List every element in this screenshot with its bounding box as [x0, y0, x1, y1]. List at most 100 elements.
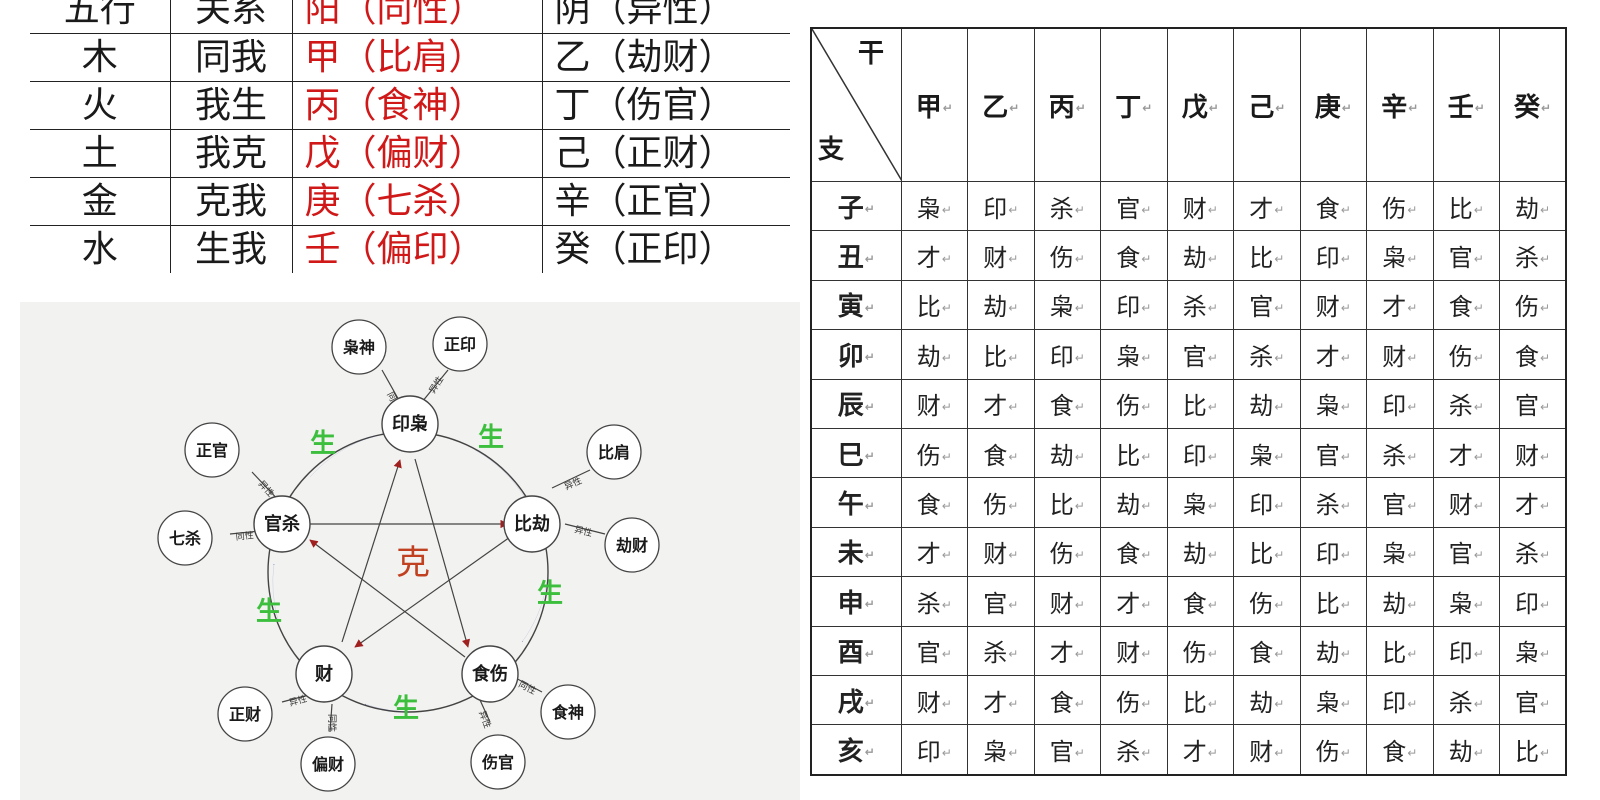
five-elements-row: 土 我克 戊（偏财） 己（正财）: [30, 129, 790, 178]
ten-god-label: 食: [1382, 737, 1407, 766]
return-mark-icon: ↵: [1074, 202, 1085, 217]
ten-god-label: 杀: [1448, 392, 1473, 421]
ten-god-label: 印: [1249, 491, 1274, 520]
ten-god-label: 官: [1448, 244, 1473, 273]
ten-god-label: 官: [1116, 194, 1141, 223]
return-mark-icon: ↵: [1208, 101, 1219, 115]
ten-god-cell: 比↵: [900, 279, 968, 331]
ten-god-label: 杀: [1315, 491, 1340, 520]
return-mark-icon: ↵: [864, 300, 875, 315]
ten-god-label: 枭: [1382, 540, 1407, 569]
ten-god-label: 官: [1249, 293, 1274, 322]
stem-header-cell: 壬↵: [1432, 27, 1500, 182]
ten-god-cell: 比↵: [967, 329, 1035, 380]
ten-god-label: 食: [1249, 639, 1274, 668]
return-mark-icon: ↵: [1074, 548, 1085, 563]
ten-god-label: 财: [1049, 589, 1074, 618]
ten-god-cell: 印↵: [1033, 329, 1101, 380]
ten-god-label: 杀: [1514, 244, 1539, 273]
return-mark-icon: ↵: [1274, 499, 1285, 514]
svg-text:异性: 异性: [573, 523, 593, 539]
table-cell: 戊（偏财）: [291, 129, 542, 178]
ten-god-cell: 官↵: [1100, 180, 1168, 232]
ten-god-label: 枭: [1182, 491, 1207, 520]
table-cell: 己（正财）: [541, 129, 790, 178]
ten-god-cell: 比↵: [1366, 625, 1434, 676]
ten-god-cell: 劫↵: [1100, 477, 1168, 528]
ten-god-label: 伤: [983, 491, 1008, 520]
return-mark-icon: ↵: [864, 597, 875, 612]
satellite-shi-shen-label: 食神: [551, 703, 584, 722]
return-mark-icon: ↵: [1274, 597, 1285, 612]
ten-god-cell: 枭↵: [1432, 576, 1500, 627]
ten-god-label: 才: [983, 688, 1008, 717]
return-mark-icon: ↵: [941, 745, 952, 760]
ten-god-cell: 杀↵: [1499, 526, 1567, 578]
ten-god-cell: 印↵: [1100, 279, 1168, 331]
ten-god-label: 官: [1448, 540, 1473, 569]
return-mark-icon: ↵: [1407, 597, 1418, 612]
ten-god-label: 伤: [1116, 688, 1141, 717]
restrain-center-label: 克: [396, 543, 430, 583]
ten-god-cell: 财↵: [1499, 427, 1567, 479]
return-mark-icon: ↵: [864, 449, 875, 464]
restrain-arrow-cai-to-yin: [341, 459, 402, 643]
ten-god-cell: 伤↵: [1100, 674, 1168, 726]
return-mark-icon: ↵: [1340, 202, 1351, 217]
ten-god-label: 劫: [1116, 491, 1141, 520]
ten-god-label: 劫: [1514, 194, 1539, 223]
branch-label: 巳: [837, 440, 864, 471]
ten-god-label: 官: [1315, 441, 1340, 470]
satellite-zheng-yin-label: 正印: [444, 335, 476, 354]
ten-god-label: 财: [983, 540, 1008, 569]
return-mark-icon: ↵: [1275, 101, 1286, 115]
ten-god-cell: 杀↵: [1033, 180, 1101, 232]
return-mark-icon: ↵: [1407, 202, 1418, 217]
table-cell: 乙（劫财）: [541, 33, 790, 82]
ten-god-cell: 印↵: [1432, 625, 1500, 676]
return-mark-icon: ↵: [864, 696, 875, 711]
ten-god-label: 比: [983, 342, 1008, 371]
ten-god-label: 杀: [1049, 194, 1074, 223]
table-cell: 我克: [169, 129, 292, 178]
return-mark-icon: ↵: [1539, 647, 1551, 662]
ten-god-label: 官: [1382, 491, 1407, 520]
ten-god-cell: 才↵: [1366, 279, 1434, 331]
ten-god-cell: 杀↵: [1432, 674, 1500, 726]
return-mark-icon: ↵: [1341, 101, 1352, 115]
ten-god-label: 才: [1249, 194, 1274, 223]
return-mark-icon: ↵: [1539, 597, 1551, 612]
ten-god-cell: 官↵: [1366, 477, 1434, 528]
ten-god-cell: 财↵: [1366, 329, 1434, 380]
stem-label: 丙: [1048, 92, 1075, 123]
return-mark-icon: ↵: [1141, 202, 1152, 217]
ten-god-cell: 食↵: [1233, 625, 1301, 676]
ten-god-label: 杀: [1382, 441, 1407, 470]
stem-label: 癸: [1513, 92, 1540, 123]
ten-god-cell: 官↵: [1499, 674, 1567, 726]
ten-god-cell: 才↵: [1432, 427, 1500, 479]
return-mark-icon: ↵: [1408, 101, 1419, 115]
ten-god-cell: 枭↵: [900, 180, 968, 232]
table-cell: 壬（偏印）: [291, 225, 542, 273]
svg-text:同性: 同性: [326, 714, 338, 732]
ten-god-cell: 比↵: [1166, 674, 1234, 726]
ten-god-label: 伤: [1116, 392, 1141, 421]
return-mark-icon: ↵: [1407, 252, 1418, 267]
ten-god-label: 枭: [1315, 688, 1340, 717]
ten-god-label: 印: [1382, 392, 1407, 421]
ten-god-cell: 比↵: [1299, 576, 1367, 627]
ten-god-cell: 财↵: [967, 526, 1035, 578]
return-mark-icon: ↵: [1274, 350, 1285, 365]
ten-god-cell: 财↵: [900, 378, 968, 429]
ten-god-cell: 杀↵: [1299, 477, 1367, 528]
ten-god-label: 官: [1049, 737, 1074, 766]
return-mark-icon: ↵: [1008, 252, 1019, 267]
return-mark-icon: ↵: [1008, 350, 1019, 365]
ten-god-cell: 伤↵: [967, 477, 1035, 528]
satellite-shang-guan-label: 伤官: [481, 753, 514, 772]
ten-god-cell: 才↵: [1166, 724, 1234, 776]
return-mark-icon: ↵: [1074, 400, 1085, 415]
ten-god-cell: 食↵: [967, 427, 1035, 479]
return-mark-icon: ↵: [1340, 400, 1351, 415]
